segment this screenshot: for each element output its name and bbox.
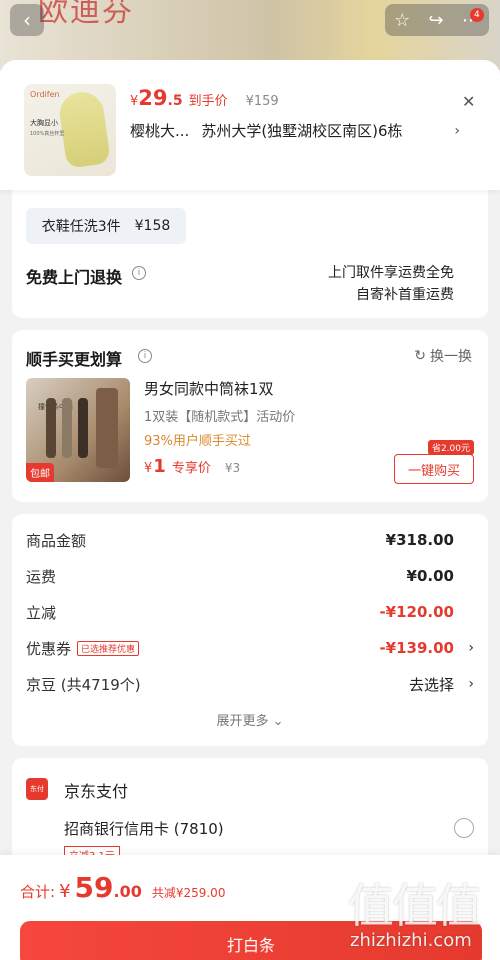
- coupon-tag: 已选推荐优惠: [77, 640, 140, 656]
- price-decimal: .5: [167, 93, 183, 109]
- close-button[interactable]: ✕: [462, 92, 475, 111]
- watermark-url: zhizhizhi.com: [350, 930, 472, 951]
- one-click-buy-button[interactable]: 一键购买: [394, 454, 474, 484]
- price-integer: 29: [138, 86, 168, 110]
- sock-shape: [46, 398, 56, 458]
- swap-button[interactable]: ↻ 换一换: [414, 346, 472, 366]
- share-icon[interactable]: ↪: [429, 10, 444, 31]
- save-badge: 省2.00元: [427, 440, 474, 455]
- star-icon[interactable]: ☆: [394, 10, 410, 31]
- return-desc-line1: 上门取件享运费全免: [328, 265, 454, 281]
- addon-title: 顺手买更划算: [26, 350, 123, 369]
- chevron-right-icon: ›: [454, 122, 460, 139]
- summary-row-discount: 立减 -¥120.00: [26, 600, 474, 624]
- addon-price-label: 专享价: [171, 461, 211, 476]
- info-icon[interactable]: i: [132, 266, 146, 280]
- price-label: 到手价: [188, 94, 228, 109]
- swap-label: 换一换: [430, 349, 472, 365]
- thumb-tag: 大胸显小: [30, 119, 58, 127]
- services-card: 衣鞋任洗3件 ¥158 免费上门退换 i 上门取件享运费全免 自寄补首重运费: [12, 190, 488, 318]
- top-actions: ☆ ↪ ⋯ 4: [385, 4, 489, 36]
- total-saved: 共减¥259.00: [151, 886, 226, 900]
- sock-shape: [62, 398, 72, 458]
- more-icon[interactable]: ⋯ 4: [462, 7, 484, 31]
- total-price: 合计: ¥ 59 .00 共减¥259.00: [20, 871, 225, 904]
- sock-image: 撞色条中筒 包邮: [26, 378, 130, 482]
- summary-value: ¥318.00: [385, 531, 454, 549]
- sock-shape: [78, 398, 88, 458]
- summary-label: 立减: [26, 603, 57, 622]
- wash-service-chip[interactable]: 衣鞋任洗3件 ¥158: [26, 208, 186, 244]
- card-option[interactable]: 招商银行信用卡 (7810): [64, 818, 224, 839]
- payment-title: 京东支付: [64, 782, 129, 801]
- product-thumbnail: Ordifen 大胸显小 100%真丝杯里: [24, 84, 116, 176]
- close-icon: ✕: [462, 92, 476, 111]
- background-title: 欧迪芬: [38, 0, 134, 29]
- refresh-icon: ↻: [414, 348, 426, 364]
- order-sheet: Ordifen 大胸显小 100%真丝杯里 ¥ 29 .5 到手价 ¥159 ✕…: [0, 60, 500, 960]
- expand-more-button[interactable]: 展开更多 ⌄: [12, 710, 488, 729]
- chevron-right-icon: ›: [468, 640, 474, 656]
- summary-label: 运费: [26, 567, 57, 586]
- expand-label: 展开更多: [216, 714, 269, 729]
- addon-rate: 93%用户顺手买过: [144, 434, 251, 449]
- return-title: 免费上门退换: [26, 268, 123, 287]
- price-symbol: ¥: [130, 94, 139, 109]
- total-label: 合计:: [20, 883, 56, 901]
- total-decimal: .00: [113, 882, 142, 901]
- free-shipping-tag: 包邮: [26, 463, 54, 482]
- return-desc-line2: 自寄补首重运费: [356, 287, 454, 303]
- addon-price-symbol: ¥: [144, 461, 153, 476]
- chevron-down-icon: ⌄: [272, 714, 284, 729]
- addon-item-spec: 1双装【随机款式】活动价: [144, 410, 296, 425]
- back-button[interactable]: ‹: [10, 4, 44, 36]
- chevron-left-icon: ‹: [23, 8, 31, 32]
- total-symbol: ¥: [59, 881, 71, 902]
- original-price: ¥159: [245, 94, 279, 109]
- card-radio[interactable]: [454, 818, 474, 838]
- summary-label: 优惠券: [26, 639, 72, 658]
- chevron-right-icon: ›: [468, 676, 474, 692]
- summary-label: 商品金额: [26, 531, 87, 550]
- addon-original-price: ¥3: [224, 461, 241, 475]
- addon-price: ¥ 1 专享价 ¥3: [144, 456, 240, 477]
- cart-badge: 4: [469, 7, 484, 22]
- summary-value: -¥139.00: [379, 639, 454, 657]
- summary-row-goods: 商品金额 ¥318.00: [26, 528, 474, 552]
- summary-row-coupon[interactable]: 优惠券 已选推荐优惠 -¥139.00 ›: [26, 636, 474, 660]
- summary-label: 京豆 (共4719个): [26, 675, 141, 694]
- info-icon[interactable]: i: [138, 349, 152, 363]
- address-selector[interactable]: 樱桃大... 苏州大学(独墅湖校区南区)6栋 ›: [130, 120, 460, 141]
- summary-row-jingdou[interactable]: 京豆 (共4719个) 去选择 ›: [26, 672, 474, 696]
- wash-label: 衣鞋任洗3件: [41, 219, 121, 235]
- summary-row-shipping: 运费 ¥0.00: [26, 564, 474, 588]
- product-price: ¥ 29 .5 到手价 ¥159: [130, 86, 279, 110]
- watermark-logo: 值值值: [348, 879, 482, 933]
- summary-value: 去选择: [408, 675, 454, 694]
- summary-value: -¥120.00: [379, 603, 454, 621]
- addon-item-name[interactable]: 男女同款中筒袜1双: [144, 378, 274, 399]
- thumb-sub: 100%真丝杯里: [30, 131, 65, 137]
- delivery-address: 苏州大学(独墅湖校区南区)6栋: [201, 122, 403, 140]
- wash-price: ¥158: [134, 218, 171, 234]
- return-description: 上门取件享运费全免 自寄补首重运费: [328, 262, 454, 306]
- addon-card: 顺手买更划算 i ↻ 换一换 撞色条中筒 包邮 男女同款中筒袜1双 1双装【随机…: [12, 330, 488, 502]
- product-name: 樱桃大...: [130, 122, 190, 140]
- summary-card: 商品金额 ¥318.00 运费 ¥0.00 立减 -¥120.00 优惠券 已选…: [12, 514, 488, 746]
- sock-shape: [96, 388, 118, 468]
- bra-image: [57, 89, 111, 169]
- summary-value: ¥0.00: [406, 567, 454, 585]
- addon-price-value: 1: [153, 456, 166, 477]
- product-header: Ordifen 大胸显小 100%真丝杯里 ¥ 29 .5 到手价 ¥159 ✕…: [0, 60, 500, 190]
- thumb-brand: Ordifen: [30, 90, 60, 99]
- jd-pay-icon: 东付: [26, 778, 48, 800]
- total-integer: 59: [74, 871, 114, 904]
